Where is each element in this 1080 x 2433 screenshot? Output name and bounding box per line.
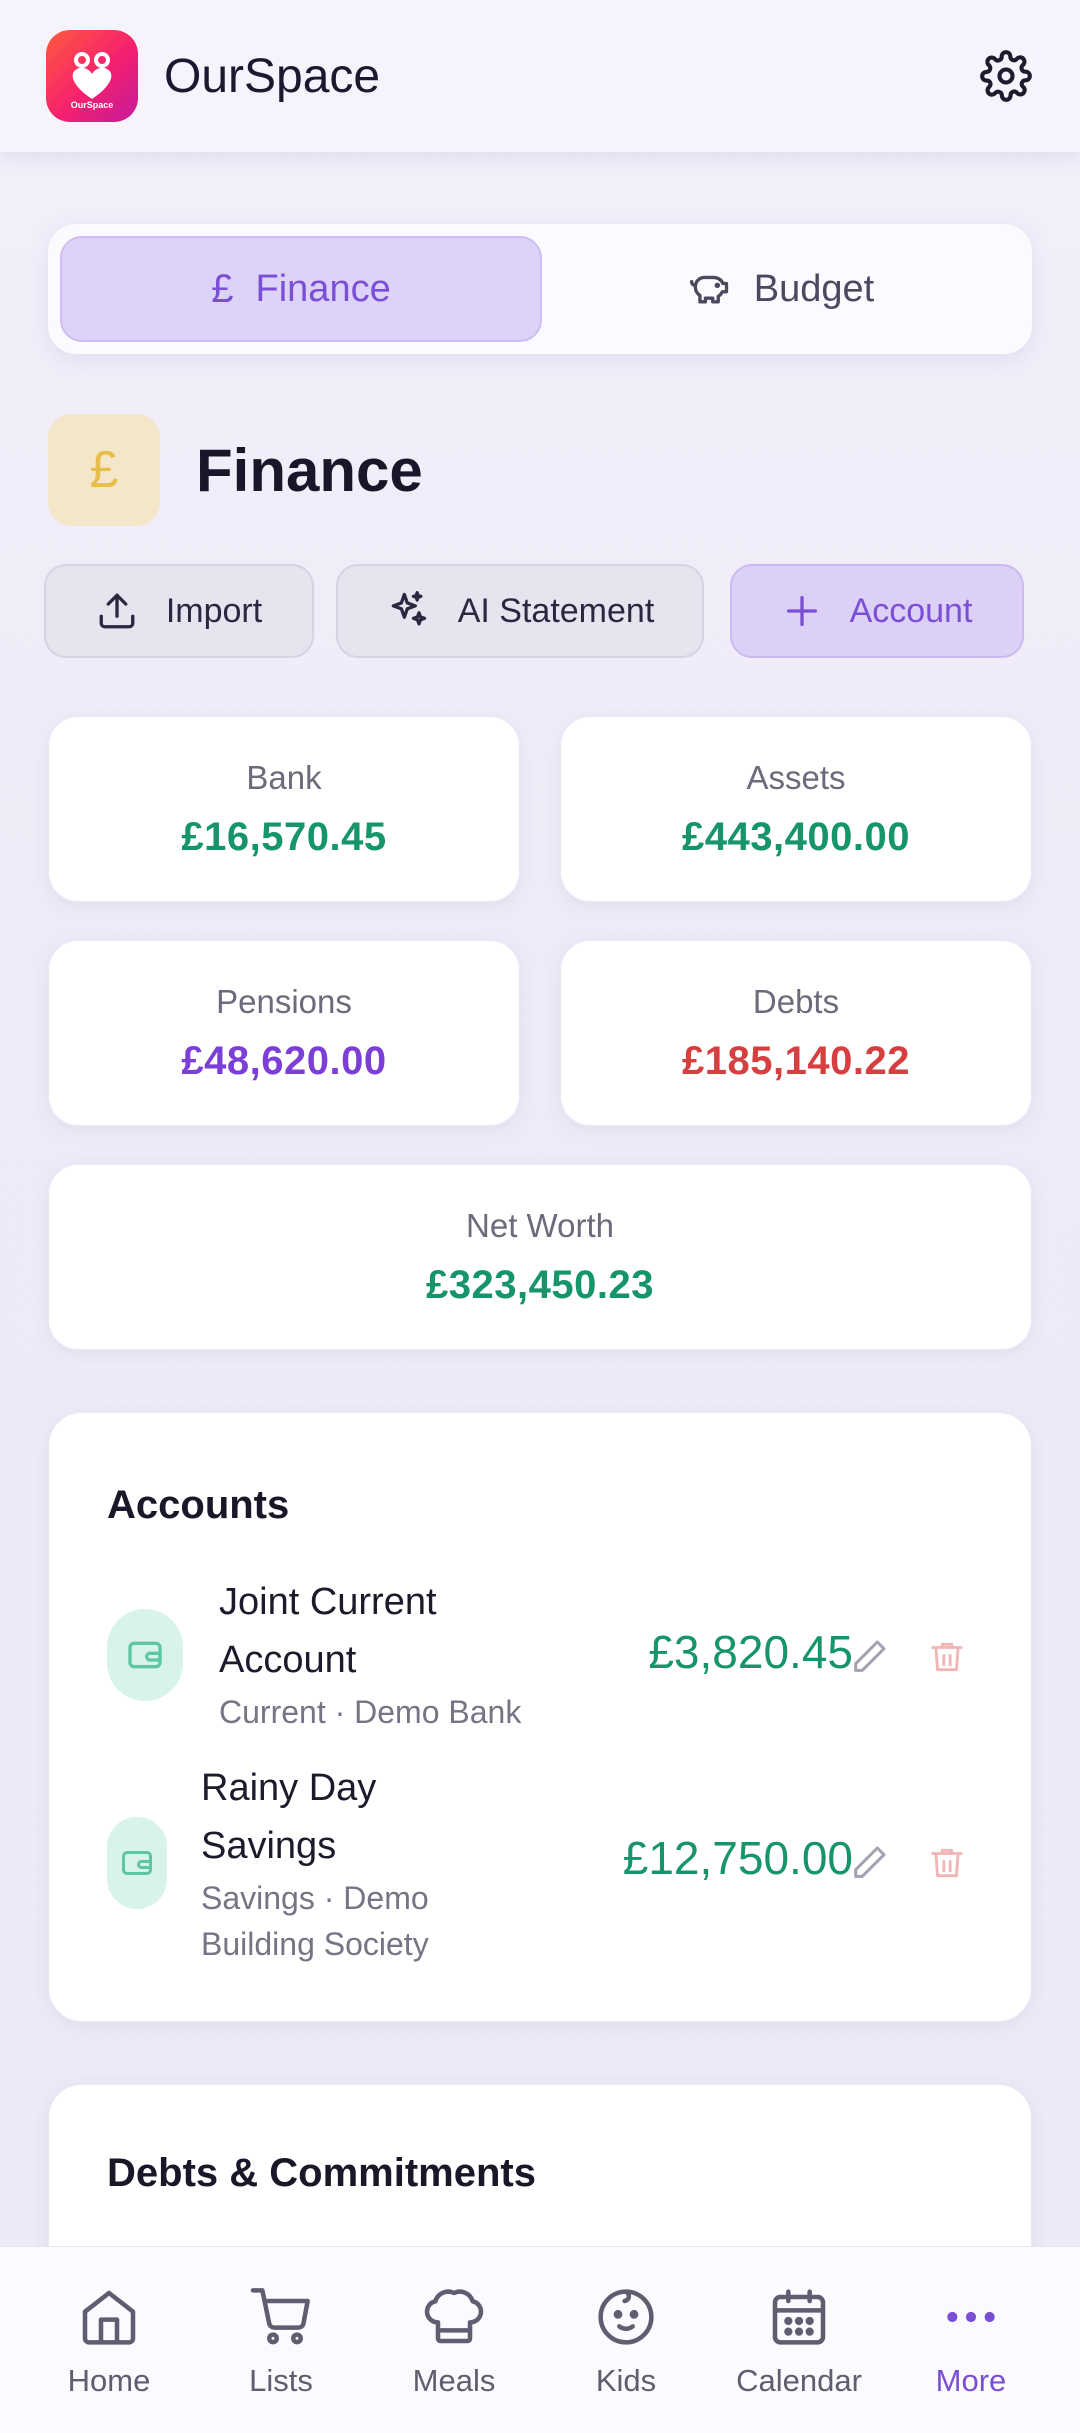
cart-icon (250, 2288, 310, 2345)
account-amount: £12,750.00 (622, 1832, 853, 1884)
plus-icon (786, 596, 817, 626)
tab-finance-label: Finance (255, 267, 391, 310)
settings-button[interactable] (978, 48, 1034, 104)
edit-icon[interactable] (847, 1841, 891, 1885)
nav-meals[interactable]: Meals (369, 2247, 539, 2433)
bottom-navigation: Home Lists Meals Kids Calendar More (0, 2246, 1080, 2433)
tab-budget-label: Budget (753, 267, 875, 310)
tab-finance[interactable]: £ Finance (60, 236, 542, 342)
piggy-bank-icon (689, 275, 728, 304)
pound-icon: £ (211, 266, 234, 311)
nav-kids-label: Kids (595, 2363, 657, 2398)
net-worth-card[interactable]: Net Worth £323,450.23 (48, 1164, 1032, 1350)
baby-face-icon (598, 2289, 654, 2345)
home-icon (82, 2290, 136, 2345)
add-account-button[interactable]: Account (730, 564, 1024, 658)
nav-more-label: More (935, 2363, 1007, 2398)
heart-logo-icon (72, 52, 112, 99)
nav-home[interactable]: Home (24, 2247, 194, 2433)
nav-home-label: Home (67, 2363, 151, 2398)
nav-lists-label: Lists (249, 2363, 313, 2398)
nav-meals-label: Meals (412, 2363, 496, 2398)
bank-label: Bank (246, 758, 322, 796)
account-name-line2: Account (219, 1639, 357, 1681)
nav-lists[interactable]: Lists (196, 2247, 366, 2433)
import-button[interactable]: Import (44, 564, 314, 658)
account-row[interactable]: Rainy Day Savings Savings · Demo Buildin… (49, 1759, 1033, 1971)
sparkles-icon (391, 591, 426, 626)
debts-value: £185,140.22 (682, 1038, 910, 1083)
finance-budget-switch: £ Finance Budget (48, 224, 1032, 354)
bank-value: £16,570.45 (181, 814, 387, 859)
tab-budget[interactable]: Budget (542, 236, 1020, 342)
ai-statement-button[interactable]: AI Statement (336, 564, 704, 658)
account-subtitle-line2: Building Society (201, 1926, 429, 1962)
nav-calendar-label: Calendar (736, 2363, 862, 2398)
debts-label: Debts (752, 982, 840, 1020)
debts-stat-card[interactable]: Debts £185,140.22 (560, 940, 1032, 1126)
logo-text: OurSpace (70, 100, 114, 110)
app-header: OurSpace OurSpace (0, 0, 1080, 152)
pound-badge-icon: £ (48, 414, 160, 526)
accounts-title: Accounts (107, 1483, 290, 1527)
nav-calendar[interactable]: Calendar (714, 2247, 884, 2433)
add-account-label: Account (849, 591, 973, 630)
account-amount: £3,820.45 (648, 1626, 853, 1678)
app-title: OurSpace (164, 49, 381, 103)
assets-label: Assets (746, 758, 846, 796)
page-title: Finance (196, 436, 423, 504)
calendar-icon (772, 2289, 826, 2345)
account-subtitle: Savings · Demo (201, 1880, 429, 1916)
wallet-icon (107, 1817, 167, 1909)
net-worth-label: Net Worth (466, 1206, 614, 1244)
pensions-label: Pensions (216, 982, 352, 1020)
account-subtitle: Current · Demo Bank (219, 1694, 522, 1730)
nav-more[interactable]: More (886, 2247, 1056, 2433)
more-dots-icon (947, 2311, 995, 2323)
delete-icon[interactable] (925, 1635, 969, 1679)
pensions-stat-card[interactable]: Pensions £48,620.00 (48, 940, 520, 1126)
account-name-line2: Savings (201, 1825, 337, 1867)
assets-stat-card[interactable]: Assets £443,400.00 (560, 716, 1032, 902)
page-header: £ Finance (48, 414, 423, 526)
delete-icon[interactable] (925, 1841, 969, 1885)
app-logo[interactable]: OurSpace (46, 30, 138, 122)
upload-icon (99, 593, 135, 629)
debts-commitments-title: Debts & Commitments (107, 2151, 536, 2195)
net-worth-value: £323,450.23 (426, 1262, 654, 1307)
action-bar: Import AI Statement Account (44, 564, 1044, 658)
nav-kids[interactable]: Kids (541, 2247, 711, 2433)
assets-value: £443,400.00 (682, 814, 910, 859)
import-label: Import (165, 591, 263, 630)
edit-icon[interactable] (847, 1635, 891, 1679)
account-row[interactable]: Joint Current Account Current · Demo Ban… (49, 1573, 1033, 1743)
accounts-section: Accounts Joint Current Account Current ·… (48, 1412, 1032, 2022)
gear-icon (980, 50, 1032, 102)
bank-stat-card[interactable]: Bank £16,570.45 (48, 716, 520, 902)
pensions-value: £48,620.00 (181, 1038, 387, 1083)
chef-hat-icon (424, 2289, 484, 2344)
account-name-line1: Rainy Day (201, 1767, 377, 1809)
ai-statement-label: AI Statement (457, 591, 655, 630)
wallet-icon (107, 1609, 183, 1701)
account-name-line1: Joint Current (219, 1581, 437, 1623)
